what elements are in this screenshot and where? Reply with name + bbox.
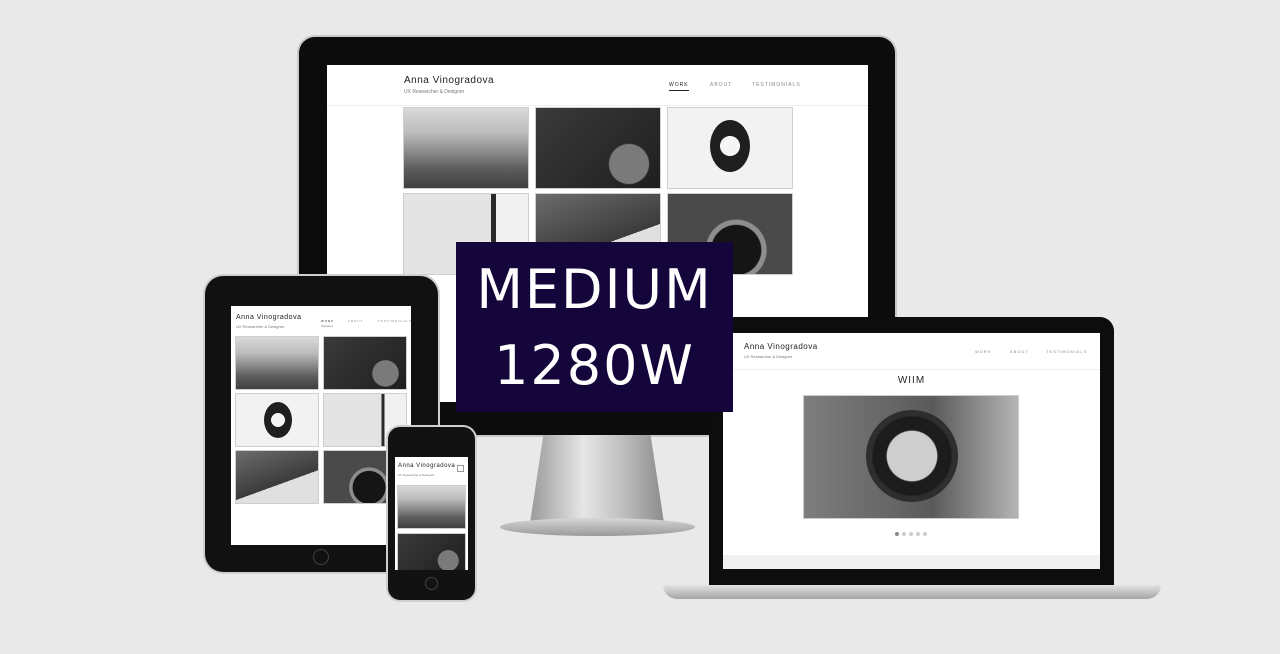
phone-screen: Anna Vinogradova UX Researcher & Designe… [395,457,468,570]
tablet-site-title[interactable]: Anna Vinogradova [236,314,301,321]
laptop-nav-about[interactable]: ABOUT [1010,349,1029,354]
monitor-stand [530,435,664,523]
tablet-screen: Anna Vinogradova UX Researcher & Designe… [231,306,411,545]
breakpoint-badge: MEDIUM 1280W [456,242,733,412]
tablet-tile-watch[interactable] [235,393,319,447]
tablet-tile-landscape[interactable] [235,336,319,390]
carousel-dot-4[interactable] [916,532,920,536]
laptop-header: Anna Vinogradova UX Researcher & Designe… [723,333,1100,370]
laptop-site-title[interactable]: Anna Vinogradova [744,342,818,351]
laptop-base [663,585,1161,599]
project-tile-landscape[interactable] [403,107,529,189]
project-hero-image [803,395,1019,519]
project-tile-watch[interactable] [667,107,793,189]
site-header: Anna Vinogradova UX Researcher & Designe… [327,65,868,106]
phone-tile-landscape[interactable] [397,485,466,529]
phone-home-button[interactable] [425,577,438,590]
phone-tile-phone[interactable] [397,533,466,570]
laptop-nav-testimonials[interactable]: TESTIMONIALS [1046,349,1087,354]
project-title: WIIM [897,375,926,386]
site-title[interactable]: Anna Vinogradova [404,75,494,86]
laptop-footer-bar [723,555,1100,569]
tablet-tile-phone[interactable] [323,336,407,390]
carousel-dot-5[interactable] [923,532,927,536]
site-subtitle: UX Researcher & Designer [404,89,465,95]
nav-testimonials[interactable]: TESTIMONIALS [752,82,801,88]
laptop-nav-work[interactable]: WORK [975,349,991,354]
carousel-dot-1[interactable] [895,532,899,536]
phone-menu-icon[interactable] [457,465,464,472]
badge-line-2: 1280W [494,334,695,397]
badge-line-1: MEDIUM [476,258,713,321]
nav-about[interactable]: ABOUT [710,82,732,88]
monitor-base [500,518,695,536]
laptop-screen: Anna Vinogradova UX Researcher & Designe… [723,333,1100,569]
tablet-nav-work-sublabel: Selected [321,324,333,328]
nav-work[interactable]: WORK [669,82,689,91]
tablet-watch-icon [264,402,292,438]
carousel-dot-2[interactable] [902,532,906,536]
tablet-site-subtitle: UX Researcher & Designer [236,324,285,329]
laptop-lid: Anna Vinogradova UX Researcher & Designe… [709,317,1114,585]
hero-watch-icon [866,410,958,502]
tablet-nav-testimonials[interactable]: TESTIMONIALS [378,319,411,323]
phone-site-title[interactable]: Anna Vinogradova [398,463,455,469]
laptop-site-subtitle: UX Researcher & Designer [744,354,793,359]
carousel-dots [895,532,935,538]
phone: Anna Vinogradova UX Researcher & Designe… [388,427,475,600]
carousel-dot-3[interactable] [909,532,913,536]
tablet-nav-work[interactable]: WORK [321,319,334,323]
tablet-tile-laptop[interactable] [235,450,319,504]
phone-site-subtitle: UX Researcher & Designer [398,473,435,477]
project-tile-phone[interactable] [535,107,661,189]
watch-icon [710,120,750,172]
tablet-home-button[interactable] [313,549,329,565]
tablet-nav-about[interactable]: ABOUT [348,319,363,323]
